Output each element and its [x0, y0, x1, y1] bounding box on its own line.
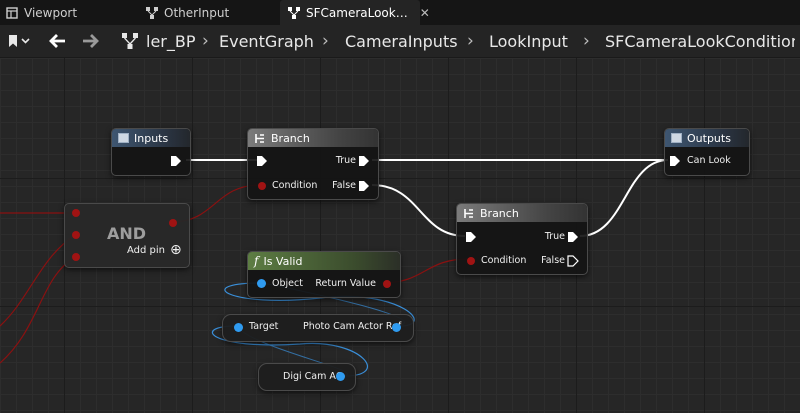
- branch-icon: [463, 208, 475, 219]
- bool-in-pin[interactable]: [71, 252, 81, 262]
- tab-viewport[interactable]: Viewport: [6, 0, 77, 25]
- bool-wire: [0, 256, 76, 364]
- condition-label: Condition: [272, 180, 318, 191]
- breadcrumb-separator: ›: [202, 31, 209, 51]
- back-button[interactable]: [46, 31, 68, 51]
- tab-label: OtherInput: [164, 5, 230, 20]
- object-out-pin[interactable]: [335, 371, 346, 382]
- graph-icon: [118, 31, 142, 51]
- node-title: Branch: [480, 206, 519, 220]
- bool-in-pin[interactable]: [71, 208, 81, 218]
- node-title: Is Valid: [263, 254, 303, 268]
- breadcrumb-item[interactable]: CameraInputs: [345, 25, 458, 57]
- node-header: Branch: [248, 129, 378, 147]
- target-label: Target: [249, 321, 279, 332]
- tab-sfcameralook[interactable]: SFCameraLook… ✕: [280, 0, 430, 25]
- condition-label: Condition: [481, 255, 527, 266]
- breadcrumb-separator: ›: [583, 31, 590, 51]
- breadcrumb-item[interactable]: LookInput: [489, 25, 568, 57]
- true-label: True: [335, 155, 356, 166]
- exec-false-pin[interactable]: [358, 180, 370, 192]
- forward-button[interactable]: [80, 31, 102, 51]
- tab-otherinput[interactable]: OtherInput: [146, 0, 229, 25]
- node-header: Branch: [457, 204, 587, 222]
- photo-cam-label: Photo Cam Actor Ref: [303, 321, 402, 332]
- node-header: f Is Valid: [248, 252, 400, 270]
- exec-false-pin[interactable]: [567, 255, 579, 267]
- return-value-label: Return Value: [315, 278, 376, 289]
- exec-true-pin[interactable]: [567, 231, 579, 243]
- branch-node-2[interactable]: Branch True Condition False: [456, 203, 588, 275]
- target-pin[interactable]: [233, 322, 244, 333]
- node-icon: [118, 133, 129, 143]
- node-header: Inputs: [112, 129, 190, 147]
- node-icon: [671, 133, 682, 143]
- bool-out-pin[interactable]: [382, 279, 392, 289]
- graph-canvas[interactable]: Inputs Branch True Condition False Outpu…: [0, 58, 800, 413]
- node-header: Outputs: [665, 129, 749, 147]
- exec-out-pin[interactable]: [170, 155, 182, 167]
- function-icon: f: [254, 254, 259, 268]
- condition-pin[interactable]: [466, 256, 476, 266]
- node-title: Inputs: [134, 131, 169, 145]
- branch-icon: [254, 133, 266, 144]
- object-pin[interactable]: [256, 278, 267, 289]
- breadcrumb-item[interactable]: SFCameraLookCondition: [605, 25, 795, 57]
- close-icon[interactable]: ✕: [420, 6, 430, 20]
- object-out-pin[interactable]: [391, 322, 402, 333]
- can-look-label: Can Look: [687, 155, 731, 166]
- digi-cam-label: Digi Cam AC: [283, 371, 343, 382]
- arrow-right-icon: [83, 34, 99, 48]
- bookmark-icon: [9, 35, 30, 47]
- digi-cam-ac-node[interactable]: Digi Cam AC: [258, 363, 356, 391]
- is-valid-node[interactable]: f Is Valid Object Return Value: [247, 251, 401, 298]
- breadcrumb-toolbar: ler_BP › EventGraph › CameraInputs › Loo…: [0, 25, 800, 58]
- exec-in-pin[interactable]: [669, 155, 681, 167]
- exec-in-pin[interactable]: [465, 231, 477, 243]
- object-label: Object: [272, 278, 303, 289]
- breadcrumb-item[interactable]: ler_BP: [146, 25, 196, 57]
- graph-icon: [146, 6, 158, 19]
- condition-pin[interactable]: [257, 181, 267, 191]
- photo-cam-actor-ref-node[interactable]: Target Photo Cam Actor Ref: [222, 314, 414, 342]
- breadcrumb-separator: ›: [467, 31, 474, 51]
- outputs-node[interactable]: Outputs Can Look: [664, 128, 750, 176]
- tab-label: SFCameraLook…: [306, 5, 408, 20]
- add-pin-icon[interactable]: ⊕: [170, 242, 182, 258]
- tab-label: Viewport: [24, 5, 78, 20]
- bool-in-pin[interactable]: [71, 230, 81, 240]
- breadcrumb-item[interactable]: EventGraph: [219, 25, 314, 57]
- graph-icon: [288, 6, 300, 19]
- exec-wire: [579, 159, 669, 237]
- bookmark-dropdown-button[interactable]: [4, 31, 34, 51]
- and-node[interactable]: AND Add pin ⊕: [64, 203, 190, 268]
- inputs-node[interactable]: Inputs: [111, 128, 191, 176]
- exec-wire: [371, 184, 466, 237]
- branch-node-1[interactable]: Branch True Condition False: [247, 128, 379, 200]
- add-pin-label: Add pin: [127, 245, 166, 256]
- node-title: Outputs: [687, 131, 731, 145]
- exec-true-pin[interactable]: [358, 155, 370, 167]
- node-title: Branch: [271, 131, 310, 145]
- viewport-icon: [6, 6, 18, 19]
- false-label: False: [541, 255, 565, 266]
- arrow-left-icon: [49, 34, 65, 48]
- breadcrumb-separator: ›: [322, 31, 329, 51]
- exec-in-pin[interactable]: [256, 155, 268, 167]
- true-label: True: [544, 231, 565, 242]
- bool-out-pin[interactable]: [168, 218, 178, 228]
- false-label: False: [332, 180, 356, 191]
- and-title: AND: [107, 224, 147, 243]
- tab-bar: Viewport OtherInput SFCameraLook… ✕: [0, 0, 800, 25]
